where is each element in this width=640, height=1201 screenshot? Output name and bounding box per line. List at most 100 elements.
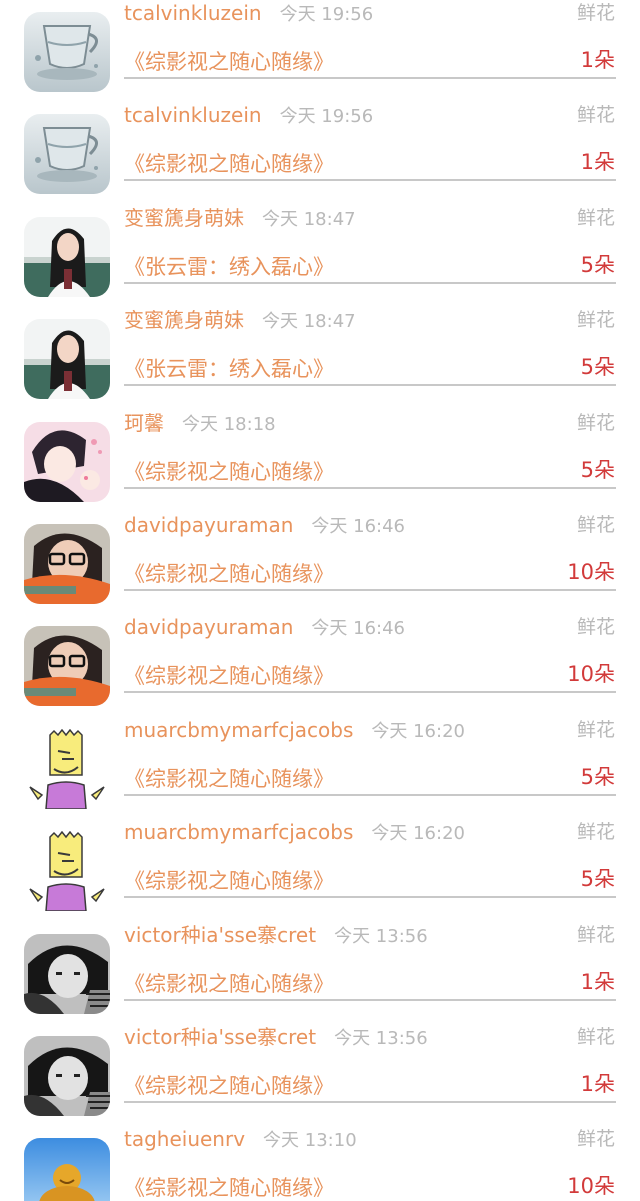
gift-record-list: tcalvinkluzein 今天 19:56 鲜花 《综影视之随心随缘》 1朵 tcal… xyxy=(0,0,640,1201)
work-title-link[interactable]: 《综影视之随心随缘》 xyxy=(124,970,334,998)
gift-type-label: 鲜花 xyxy=(576,206,615,229)
timestamp: 今天 19:56 xyxy=(279,106,374,128)
work-title-link[interactable]: 《综影视之随心随缘》 xyxy=(124,1174,334,1201)
username[interactable]: tagheiuenrv 今天 13:10 xyxy=(124,1126,357,1154)
work-title-link[interactable]: 《综影视之随心随缘》 xyxy=(124,48,334,76)
gift-type-label: 鲜花 xyxy=(576,616,615,639)
divider xyxy=(124,179,616,182)
avatar[interactable] xyxy=(24,421,110,502)
work-title-link[interactable]: 《综影视之随心随缘》 xyxy=(124,150,334,178)
username[interactable]: muarcbmymarfcjacobs 今天 16:20 xyxy=(124,819,465,847)
divider xyxy=(124,589,616,591)
username-text[interactable]: davidpayuraman xyxy=(124,615,293,639)
username-text[interactable]: victor种ia'sse寨cret xyxy=(124,1025,316,1049)
gift-count: 1朵 xyxy=(580,150,615,175)
username[interactable]: 变蜜篪身萌妹 今天 18:47 xyxy=(124,307,356,335)
gift-count: 10朵 xyxy=(567,1174,615,1199)
username-text[interactable]: victor种ia'sse寨cret xyxy=(124,923,316,947)
username-text[interactable]: davidpayuraman xyxy=(124,513,293,537)
avatar[interactable] xyxy=(24,12,110,92)
work-title-link[interactable]: 《综影视之随心随缘》 xyxy=(124,560,334,588)
timestamp: 今天 13:56 xyxy=(334,1028,428,1049)
divider xyxy=(124,77,616,79)
divider xyxy=(124,998,616,1001)
list-item[interactable]: tcalvinkluzein 今天 19:56 鲜花《综影视之随心随缘》 1朵 xyxy=(0,102,640,204)
avatar[interactable] xyxy=(24,216,110,297)
avatar[interactable] xyxy=(24,1138,110,1201)
work-title-link[interactable]: 《综影视之随心随缘》 xyxy=(124,867,334,895)
gift-type-label: 鲜花 xyxy=(576,2,615,24)
gift-type-label: 鲜花 xyxy=(576,104,615,127)
username-text[interactable]: 变蜜篪身萌妹 xyxy=(124,308,244,332)
list-item[interactable]: muarcbmymarfcjacobs 今天 16:20 鲜花 《综影视之随心随缘》 5… xyxy=(0,819,640,921)
list-item[interactable]: victor种ia'sse寨cret 今天 13:56 鲜花《综影视之随心随缘》 1朵 xyxy=(0,1024,640,1126)
work-title-link[interactable]: 《综影视之随心随缘》 xyxy=(124,662,334,690)
work-title-link[interactable]: 《张云雷：绣入磊心》 xyxy=(124,253,334,281)
gift-type-label: 鲜花 xyxy=(576,411,615,434)
avatar[interactable] xyxy=(24,831,110,912)
username[interactable]: victor种ia'sse寨cret 今天 13:56 xyxy=(124,1024,428,1052)
username[interactable]: muarcbmymarfcjacobs 今天 16:20 xyxy=(124,717,465,745)
gift-type-label: 鲜花 xyxy=(576,309,615,332)
work-title-link[interactable]: 《综影视之随心随缘》 xyxy=(124,458,334,486)
avatar[interactable] xyxy=(24,319,110,400)
username-text[interactable]: 珂馨 xyxy=(124,411,164,435)
list-item[interactable]: davidpayuraman 今天 16:46 鲜花《综影视之随心随缘》 10朵 xyxy=(0,512,640,614)
avatar[interactable] xyxy=(24,524,110,604)
gift-count: 1朵 xyxy=(580,1072,615,1096)
avatar[interactable] xyxy=(24,728,110,809)
username-text[interactable]: muarcbmymarfcjacobs xyxy=(124,820,353,844)
list-item[interactable]: 珂馨 今天 18:18 鲜花《综影视之随心随缘》 5朵 xyxy=(0,410,640,512)
gift-count: 5朵 xyxy=(580,252,615,277)
gift-count: 1朵 xyxy=(580,969,615,994)
username[interactable]: victor种ia'sse寨cret 今天 13:56 xyxy=(124,922,428,950)
timestamp: 今天 16:20 xyxy=(371,823,465,845)
username[interactable]: davidpayuraman 今天 16:46 xyxy=(124,512,405,540)
gift-count: 5朵 xyxy=(580,457,615,482)
gift-count: 1朵 xyxy=(580,48,615,72)
list-item[interactable]: victor种ia'sse寨cret 今天 13:56 鲜花《综影视之随心随缘》 1朵 xyxy=(0,922,640,1024)
list-item[interactable]: muarcbmymarfcjacobs 今天 16:20 鲜花《综影视之随心随缘》 5… xyxy=(0,717,640,819)
gift-count: 5朵 xyxy=(580,764,615,789)
list-item[interactable]: tcalvinkluzein 今天 19:56 鲜花《综影视之随心随缘》 1朵 xyxy=(0,0,640,102)
gift-count: 5朵 xyxy=(580,355,615,380)
gift-type-label: 鲜花 xyxy=(576,514,615,536)
avatar[interactable] xyxy=(24,626,110,707)
work-title-link[interactable]: 《综影视之随心随缘》 xyxy=(124,1072,334,1100)
timestamp: 今天 18:47 xyxy=(262,208,356,230)
timestamp: 今天 18:18 xyxy=(182,413,276,435)
gift-type-label: 鲜花 xyxy=(576,718,615,741)
avatar[interactable] xyxy=(24,933,110,1014)
list-item[interactable]: tagheiuenrv 今天 13:10 鲜花 《综影视之随心随缘》 10朵 xyxy=(0,1126,640,1201)
divider xyxy=(124,486,616,489)
divider xyxy=(124,384,616,387)
gift-count: 10朵 xyxy=(567,662,615,687)
timestamp: 今天 18:47 xyxy=(262,311,356,333)
list-item[interactable]: davidpayuraman 今天 16:46 鲜花《综影视之随心随缘》 10朵 xyxy=(0,614,640,716)
username-text[interactable]: muarcbmymarfcjacobs xyxy=(124,718,353,742)
username-text[interactable]: tagheiuenrv xyxy=(124,1127,245,1151)
gift-type-label: 鲜花 xyxy=(576,1026,615,1048)
username-text[interactable]: 变蜜篪身萌妹 xyxy=(124,206,244,230)
divider xyxy=(124,896,616,899)
work-title-link[interactable]: 《张云雷：绣入磊心》 xyxy=(124,355,334,383)
username-text[interactable]: tcalvinkluzein xyxy=(124,1,262,25)
list-item[interactable]: 变蜜篪身萌妹 今天 18:47 鲜花《张云雷：绣入磊心》 5朵 xyxy=(0,205,640,307)
divider xyxy=(124,793,616,796)
username[interactable]: 变蜜篪身萌妹 今天 18:47 xyxy=(124,205,356,233)
timestamp: 今天 16:46 xyxy=(311,618,406,640)
username[interactable]: tcalvinkluzein 今天 19:56 xyxy=(124,0,373,28)
gift-count: 10朵 xyxy=(567,560,615,584)
gift-type-label: 鲜花 xyxy=(576,821,615,844)
username-text[interactable]: tcalvinkluzein xyxy=(124,103,262,127)
avatar[interactable] xyxy=(24,1036,110,1116)
username[interactable]: davidpayuraman 今天 16:46 xyxy=(124,614,405,642)
divider xyxy=(124,1101,616,1103)
gift-type-label: 鲜花 xyxy=(576,923,615,946)
avatar[interactable] xyxy=(24,114,110,195)
timestamp: 今天 19:56 xyxy=(279,4,374,25)
username[interactable]: 珂馨 今天 18:18 xyxy=(124,410,276,438)
work-title-link[interactable]: 《综影视之随心随缘》 xyxy=(124,765,334,793)
list-item[interactable]: 变蜜篪身萌妹 今天 18:47 鲜花《张云雷：绣入磊心》 5朵 xyxy=(0,307,640,409)
username[interactable]: tcalvinkluzein 今天 19:56 xyxy=(124,102,373,130)
